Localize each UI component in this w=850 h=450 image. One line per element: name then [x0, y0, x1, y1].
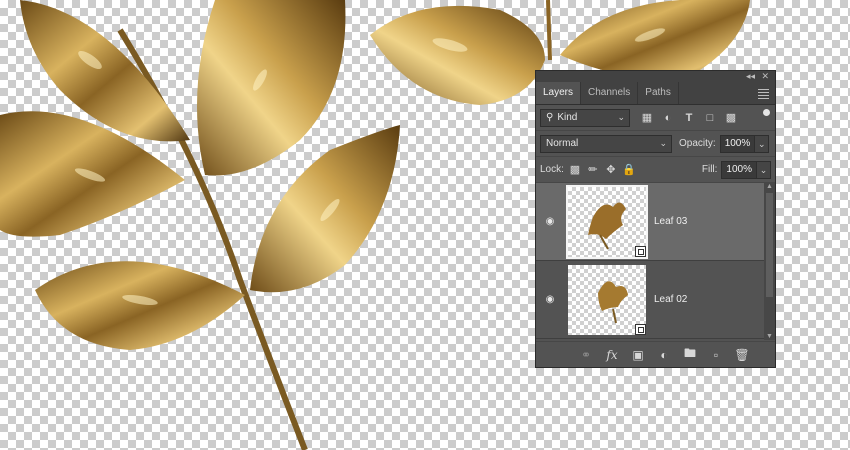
filter-toggle-icon[interactable]	[763, 109, 770, 116]
fill-input[interactable]: 100%	[721, 160, 757, 179]
opacity-input[interactable]: 100%	[719, 134, 756, 153]
adjustment-icon[interactable]: ◐	[655, 346, 673, 364]
lock-pixels-icon[interactable]: ▩	[566, 161, 584, 179]
adjustment-filter-icon[interactable]: ◐	[659, 109, 677, 127]
pixel-filter-icon[interactable]: ▦	[638, 109, 656, 127]
layer-row-leaf-03[interactable]: ◉ Leaf 03	[536, 183, 775, 261]
tab-layers[interactable]: Layers	[536, 82, 582, 104]
blend-mode-value: Normal	[546, 138, 579, 149]
visibility-eye-icon[interactable]: ◉	[536, 294, 564, 305]
filter-kind-dropdown[interactable]: ⚲ Kind ⌄	[540, 108, 630, 127]
scrollbar-thumb[interactable]	[766, 193, 773, 297]
chevron-down-icon: ⌄	[659, 137, 667, 148]
layers-panel: ◂◂ ✕ Layers Channels Paths ⚲ Kind ⌄ ▦ ◐ …	[535, 70, 776, 368]
lock-position-icon[interactable]: ✥	[602, 161, 620, 179]
new-layer-icon[interactable]: ▫	[707, 346, 725, 364]
fx-icon[interactable]: fx	[603, 346, 621, 364]
layer-name[interactable]: Leaf 03	[654, 216, 687, 227]
scroll-down-icon[interactable]: ▼	[764, 333, 775, 340]
leaf-shape	[370, 5, 545, 106]
fill-slider-toggle[interactable]: ⌄	[757, 160, 771, 179]
panel-menu-icon[interactable]	[758, 87, 769, 101]
layer-thumbnail	[566, 184, 648, 259]
close-icon[interactable]: ✕	[761, 71, 769, 82]
panel-bottom-toolbar: ⚭ fx ▣ ◐ 🖿 ▫ 🗑	[536, 341, 775, 367]
layer-name[interactable]: Leaf 02	[654, 294, 687, 305]
layer-row-leaf-02[interactable]: ◉ Leaf 02	[536, 261, 775, 339]
blend-mode-dropdown[interactable]: Normal ⌄	[540, 134, 672, 153]
layer-scrollbar[interactable]: ▲ ▼	[764, 183, 775, 340]
fill-label: Fill:	[701, 164, 718, 175]
collapse-icon[interactable]: ◂◂	[746, 71, 755, 82]
panel-tabs: Layers Channels Paths	[536, 82, 775, 105]
tab-paths[interactable]: Paths	[638, 82, 679, 104]
link-icon[interactable]: ⚭	[577, 346, 595, 364]
smart-object-badge-icon	[635, 245, 646, 257]
opacity-slider-toggle[interactable]: ⌄	[755, 134, 770, 153]
leaf-shape	[35, 261, 245, 350]
trash-icon[interactable]: 🗑	[733, 346, 751, 364]
leaf-shape	[560, 0, 750, 78]
layer-thumbnail	[568, 264, 646, 335]
folder-icon[interactable]: 🖿	[681, 346, 699, 364]
tab-channels[interactable]: Channels	[581, 82, 639, 104]
filter-row: ⚲ Kind ⌄ ▦ ◐ T □ ▩	[536, 105, 775, 131]
filter-kind-label: Kind	[557, 112, 578, 123]
smart-object-badge-icon	[635, 323, 646, 335]
opacity-label: Opacity:	[679, 138, 716, 149]
smartobject-filter-icon[interactable]: ▩	[722, 109, 740, 127]
search-icon: ⚲	[546, 112, 554, 123]
blend-row: Normal ⌄ Opacity: 100% ⌄	[536, 131, 775, 157]
panel-titlebar: ◂◂ ✕	[536, 71, 775, 82]
layer-list: ◉ Leaf 03 ◉ Leaf 02	[536, 183, 775, 340]
mask-icon[interactable]: ▣	[629, 346, 647, 364]
visibility-eye-icon[interactable]: ◉	[536, 216, 564, 227]
lock-all-icon[interactable]: 🔒	[620, 161, 638, 179]
chevron-down-icon: ⌄	[617, 111, 625, 122]
type-filter-icon[interactable]: T	[680, 109, 698, 127]
lock-label: Lock:	[540, 164, 564, 175]
scroll-up-icon[interactable]: ▲	[764, 183, 775, 190]
lock-row: Lock: ▩ ✏ ✥ 🔒 Fill: 100% ⌄	[536, 157, 775, 183]
lock-paint-icon[interactable]: ✏	[584, 161, 602, 179]
shape-filter-icon[interactable]: □	[701, 109, 719, 127]
leaf-shape	[197, 0, 346, 176]
